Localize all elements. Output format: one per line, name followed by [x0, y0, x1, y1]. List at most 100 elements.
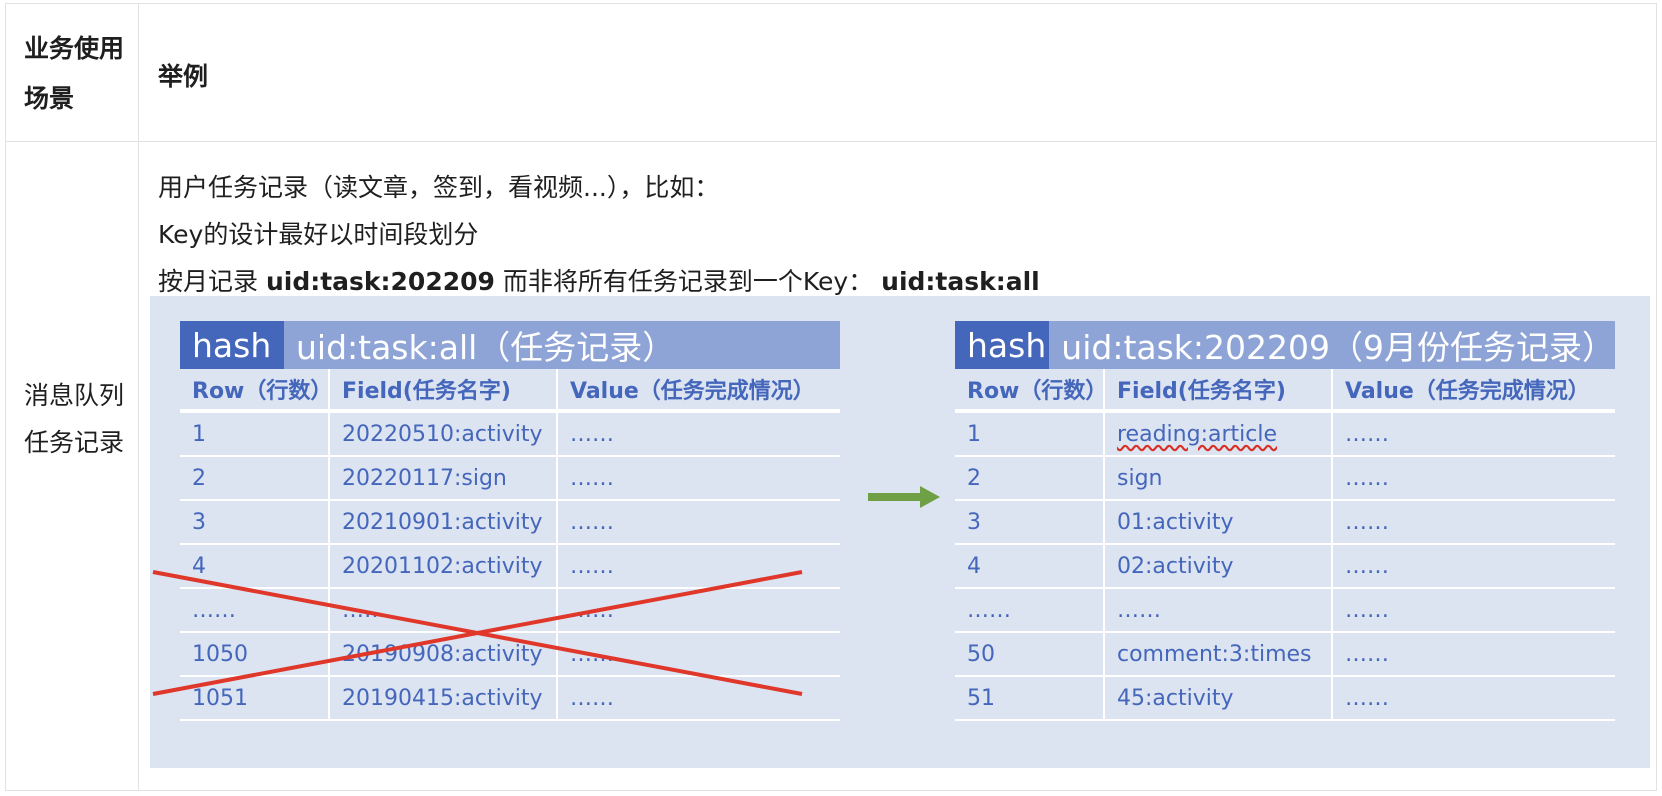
table-cell: 20201102:activity [330, 545, 558, 589]
cell-text: 1 [192, 421, 206, 447]
cell-text: comment:3:times [1117, 641, 1312, 667]
cell-text: …… [1345, 465, 1389, 491]
table-cell: …… [1333, 413, 1615, 457]
table-cell: …… [1105, 589, 1333, 633]
right-table-name: uid:task:202209（9月份任务记录） [1061, 328, 1615, 367]
desc-line-2: Key的设计最好以时间段划分 [158, 220, 479, 249]
desc-line-3-mid: 而非将所有任务记录到一个Key： [494, 267, 882, 296]
table-cell: 2 [955, 457, 1105, 501]
cell-text: 20190908:activity [342, 641, 543, 667]
table-cell: …… [1333, 633, 1615, 677]
table-cell: …… [330, 589, 558, 633]
cell-text: …… [1345, 641, 1389, 667]
cell-text: 02:activity [1117, 553, 1234, 579]
table-cell: 3 [180, 501, 330, 545]
table-cell: 3 [955, 501, 1105, 545]
table-cell: …… [558, 677, 840, 721]
left-hash-tag: hash [180, 321, 284, 369]
column-header: Field(任务名字) [1105, 369, 1333, 413]
desc-line-3-prefix: 按月记录 [158, 267, 266, 296]
table-cell: 51 [955, 677, 1105, 721]
table-cell: …… [558, 413, 840, 457]
cell-text: …… [342, 597, 386, 623]
cell-text: …… [570, 509, 614, 535]
table-cell: …… [558, 501, 840, 545]
header-example: 举例 [158, 62, 209, 91]
cell-text: 2 [192, 465, 206, 491]
table-cell: 02:activity [1105, 545, 1333, 589]
table-cell: …… [558, 457, 840, 501]
cell-text: …… [570, 685, 614, 711]
table-cell: …… [1333, 589, 1615, 633]
cell-text: 4 [967, 553, 981, 579]
table-cell: 2 [180, 457, 330, 501]
cell-text: 1 [967, 421, 981, 447]
table-cell: …… [558, 633, 840, 677]
table-cell: …… [1333, 457, 1615, 501]
desc-line-1: 用户任务记录（读文章，签到，看视频...），比如： [158, 173, 720, 202]
table-cell: 20210901:activity [330, 501, 558, 545]
cell-text: 20220510:activity [342, 421, 543, 447]
arrow-right-icon [868, 486, 940, 508]
table-cell: 1 [180, 413, 330, 457]
table-cell: 1 [955, 413, 1105, 457]
right-hash-table: hash uid:task:202209（9月份任务记录） Row（行数） Fie… [955, 321, 1615, 721]
table-cell: 1050 [180, 633, 330, 677]
right-hash-tag: hash [955, 321, 1050, 369]
scene-cell: 消息队列任务记录 [24, 381, 125, 457]
left-table-grid: Row（行数） Field(任务名字) Value（任务完成情况） 1 20220510… [180, 369, 840, 721]
key-monthly: uid:task:202209 [265, 267, 495, 296]
table-cell: …… [558, 545, 840, 589]
cell-text: …… [1117, 597, 1161, 623]
column-divider [138, 4, 139, 790]
cell-text: …… [1345, 421, 1389, 447]
table-cell: 4 [180, 545, 330, 589]
table-cell: 20190908:activity [330, 633, 558, 677]
column-header: Value（任务完成情况） [1333, 369, 1615, 413]
cell-text: 20220117:sign [342, 465, 507, 491]
table-cell: …… [955, 589, 1105, 633]
table-cell: comment:3:times [1105, 633, 1333, 677]
row-divider [6, 141, 1656, 142]
cell-text: …… [192, 597, 236, 623]
right-table-grid: Row（行数） Field(任务名字) Value（任务完成情况） 1 reading:… [955, 369, 1615, 721]
header-scene: 业务使用场景 [24, 34, 125, 113]
table-cell: 01:activity [1105, 501, 1333, 545]
cell-text: 1050 [192, 641, 248, 667]
cell-text: …… [967, 597, 1011, 623]
cell-text: 01:activity [1117, 509, 1234, 535]
cell-text: …… [570, 553, 614, 579]
table-cell: …… [1333, 677, 1615, 721]
cell-text: …… [570, 465, 614, 491]
cell-text: 45:activity [1117, 685, 1234, 711]
table-cell: 20220510:activity [330, 413, 558, 457]
cell-text: …… [570, 597, 614, 623]
right-table-title: hash uid:task:202209（9月份任务记录） [955, 321, 1615, 369]
diagram-panel: hash uid:task:all（任务记录） Row（行数） Field(任务名… [150, 296, 1650, 768]
table-cell: 20220117:sign [330, 457, 558, 501]
table-cell: …… [180, 589, 330, 633]
table-cell: 50 [955, 633, 1105, 677]
table-cell: sign [1105, 457, 1333, 501]
left-table-name: uid:task:all（任务记录） [296, 328, 676, 367]
cell-text: …… [1345, 509, 1389, 535]
table-cell: reading:article [1105, 413, 1333, 457]
left-hash-table: hash uid:task:all（任务记录） Row（行数） Field(任务名… [180, 321, 840, 721]
cell-text: …… [1345, 685, 1389, 711]
cell-text: …… [570, 641, 614, 667]
table-cell: …… [558, 589, 840, 633]
example-description: 用户任务记录（读文章，签到，看视频...），比如： Key的设计最好以时间段划分… [158, 164, 1040, 305]
cell-text: 3 [192, 509, 206, 535]
column-header: Field(任务名字) [330, 369, 558, 413]
cell-text: 20210901:activity [342, 509, 543, 535]
table-cell: …… [1333, 501, 1615, 545]
cell-text: 20190415:activity [342, 685, 543, 711]
column-header: Row（行数） [180, 369, 330, 413]
cell-text: sign [1117, 465, 1163, 491]
table-cell: 1051 [180, 677, 330, 721]
cell-text: 2 [967, 465, 981, 491]
table-cell: …… [1333, 545, 1615, 589]
cell-text: 20201102:activity [342, 553, 543, 579]
column-header: Value（任务完成情况） [558, 369, 840, 413]
cell-text: reading:article [1117, 421, 1277, 447]
